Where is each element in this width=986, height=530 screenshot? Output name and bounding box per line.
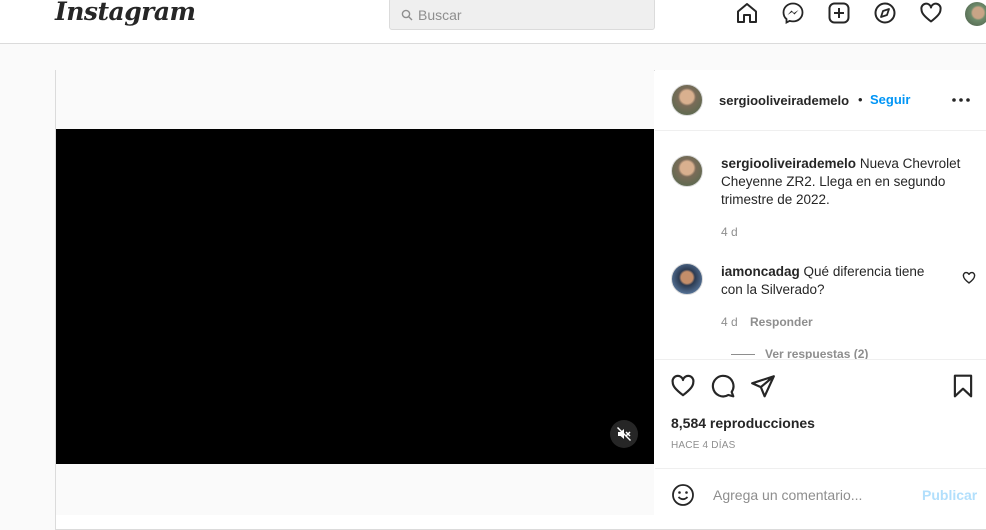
view-replies-button[interactable]: Ver respuestas (2) xyxy=(765,347,868,359)
share-icon[interactable] xyxy=(750,373,776,399)
search-box[interactable] xyxy=(389,0,655,30)
activity-heart-icon[interactable] xyxy=(919,1,945,27)
comment-username[interactable]: iamoncadag xyxy=(721,264,800,279)
caption-username[interactable]: sergiooliveirademelo xyxy=(721,156,856,171)
comment-age[interactable]: 4 d xyxy=(721,315,738,329)
mute-button[interactable] xyxy=(610,420,638,448)
comment-text: iamoncadag Qué diferencia tiene con la S… xyxy=(721,263,941,299)
author-avatar[interactable] xyxy=(671,84,703,116)
emoji-icon[interactable] xyxy=(671,483,695,507)
separator-dot: • xyxy=(858,92,863,107)
profile-avatar[interactable] xyxy=(965,2,986,26)
search-icon xyxy=(401,9,413,21)
caption-text: sergiooliveirademelo Nueva Chevrolet Che… xyxy=(721,155,966,209)
search-input[interactable] xyxy=(416,3,650,27)
post-sidebar: sergiooliveirademelo • Seguir sergiooliv… xyxy=(655,70,986,515)
view-count[interactable]: 8,584 reproducciones xyxy=(671,415,815,431)
more-options-icon[interactable] xyxy=(950,92,972,108)
post-actions: 8,584 reproducciones HACE 4 DÍAS xyxy=(655,359,986,451)
post-timestamp[interactable]: HACE 4 DÍAS xyxy=(671,440,735,451)
top-navbar: Instagram xyxy=(0,0,986,44)
comments-section[interactable]: sergiooliveirademelo Nueva Chevrolet Che… xyxy=(655,131,986,359)
commenter-avatar[interactable] xyxy=(671,263,703,295)
comment-input[interactable] xyxy=(711,483,915,507)
post-header: sergiooliveirademelo • Seguir xyxy=(655,70,986,131)
publish-button[interactable]: Publicar xyxy=(922,487,977,503)
comment-icon[interactable] xyxy=(710,373,736,399)
messenger-icon[interactable] xyxy=(781,1,807,27)
instagram-logo[interactable]: Instagram xyxy=(55,0,196,26)
caption-avatar[interactable] xyxy=(671,155,703,187)
new-post-icon[interactable] xyxy=(827,1,853,27)
home-icon[interactable] xyxy=(735,1,761,27)
add-comment-bar: Publicar xyxy=(655,468,986,516)
view-replies-line xyxy=(731,354,755,355)
video-player[interactable] xyxy=(56,129,654,464)
comment-like-icon[interactable] xyxy=(962,271,976,285)
reply-button[interactable]: Responder xyxy=(750,315,813,329)
explore-icon[interactable] xyxy=(873,1,899,27)
follow-button[interactable]: Seguir xyxy=(870,92,910,107)
muted-speaker-icon xyxy=(617,427,631,441)
save-icon[interactable] xyxy=(950,373,976,399)
caption-age[interactable]: 4 d xyxy=(721,225,738,239)
like-icon[interactable] xyxy=(670,373,696,399)
author-username[interactable]: sergiooliveirademelo xyxy=(719,93,849,108)
